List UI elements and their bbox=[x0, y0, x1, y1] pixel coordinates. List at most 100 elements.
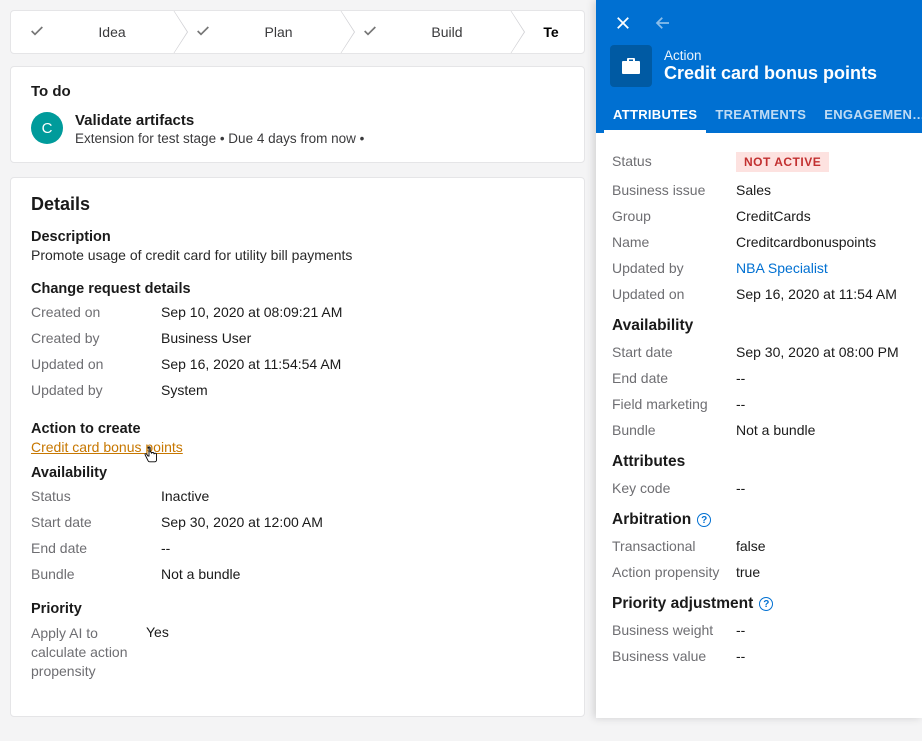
tab-engagement[interactable]: ENGAGEMEN… bbox=[815, 97, 922, 133]
priority-heading: Priority bbox=[31, 601, 564, 617]
pkey: Business value bbox=[612, 648, 736, 664]
pkey: Updated by bbox=[612, 260, 736, 276]
change-request-heading: Change request details bbox=[31, 281, 564, 297]
kv-val: Sep 10, 2020 at 08:09:21 AM bbox=[161, 304, 564, 320]
pkey: Status bbox=[612, 153, 736, 169]
panel-kind: Action bbox=[664, 48, 877, 63]
todo-subtitle: Extension for test stage • Due 4 days fr… bbox=[75, 131, 364, 146]
pval: Sep 16, 2020 at 11:54 AM bbox=[736, 286, 906, 302]
pkv-start-date: Start date Sep 30, 2020 at 08:00 PM bbox=[612, 339, 906, 365]
panel-attributes-heading: Attributes bbox=[612, 453, 906, 471]
stage-label: Build bbox=[398, 24, 496, 40]
panel-body[interactable]: Status NOT ACTIVE Business issue Sales G… bbox=[596, 133, 922, 718]
panel-header: Action Credit card bonus points bbox=[596, 0, 922, 97]
help-icon[interactable]: ? bbox=[697, 513, 711, 527]
kv-status: Status Inactive bbox=[31, 483, 564, 509]
pkv-updated-by: Updated by NBA Specialist bbox=[612, 255, 906, 281]
stage-build[interactable]: Build bbox=[344, 11, 514, 53]
pkv-name: Name Creditcardbonuspoints bbox=[612, 229, 906, 255]
avatar: C bbox=[31, 112, 63, 144]
pkv-business-weight: Business weight -- bbox=[612, 617, 906, 643]
pkey: Field marketing bbox=[612, 396, 736, 412]
back-button[interactable] bbox=[650, 10, 676, 39]
description-heading: Description bbox=[31, 229, 564, 245]
stage-bar: Idea Plan Build Te bbox=[10, 10, 585, 54]
kv-key: Created on bbox=[31, 304, 161, 320]
kv-key: Apply AI to calculate action propensity bbox=[31, 624, 146, 681]
kv-key: Start date bbox=[31, 514, 161, 530]
stage-idea[interactable]: Idea bbox=[11, 11, 177, 53]
action-link[interactable]: Credit card bonus points bbox=[31, 439, 183, 455]
kv-val: Inactive bbox=[161, 488, 564, 504]
pkey: Action propensity bbox=[612, 564, 736, 580]
pkv-field-marketing: Field marketing -- bbox=[612, 391, 906, 417]
check-icon bbox=[362, 23, 378, 42]
arrow-left-icon bbox=[654, 14, 672, 35]
pval: -- bbox=[736, 396, 906, 412]
pkey: Start date bbox=[612, 344, 736, 360]
stage-label: Idea bbox=[65, 24, 159, 40]
stage-label: Plan bbox=[231, 24, 326, 40]
pval: -- bbox=[736, 648, 906, 664]
kv-key: Updated on bbox=[31, 356, 161, 372]
kv-key: End date bbox=[31, 540, 161, 556]
tab-attributes[interactable]: ATTRIBUTES bbox=[604, 97, 706, 133]
pval: Sep 30, 2020 at 08:00 PM bbox=[736, 344, 906, 360]
pkv-status: Status NOT ACTIVE bbox=[612, 147, 906, 177]
pkv-business-value: Business value -- bbox=[612, 643, 906, 669]
updated-by-link[interactable]: NBA Specialist bbox=[736, 260, 906, 276]
side-panel: Action Credit card bonus points ATTRIBUT… bbox=[596, 0, 922, 718]
kv-key: Created by bbox=[31, 330, 161, 346]
todo-header: To do bbox=[31, 83, 564, 100]
check-icon bbox=[29, 23, 45, 42]
pval: CreditCards bbox=[736, 208, 906, 224]
pkv-key-code: Key code -- bbox=[612, 475, 906, 501]
kv-key: Bundle bbox=[31, 566, 161, 582]
tab-treatments[interactable]: TREATMENTS bbox=[706, 97, 815, 133]
stage-plan[interactable]: Plan bbox=[177, 11, 344, 53]
check-icon bbox=[195, 23, 211, 42]
kv-bundle: Bundle Not a bundle bbox=[31, 561, 564, 587]
pval: true bbox=[736, 564, 906, 580]
panel-tabs: ATTRIBUTES TREATMENTS ENGAGEMEN… bbox=[596, 97, 922, 133]
pkey: Key code bbox=[612, 480, 736, 496]
kv-val: Business User bbox=[161, 330, 564, 346]
kv-val: Not a bundle bbox=[161, 566, 564, 582]
close-icon bbox=[614, 14, 632, 35]
pval: -- bbox=[736, 622, 906, 638]
pkv-updated-on: Updated on Sep 16, 2020 at 11:54 AM bbox=[612, 281, 906, 307]
panel-title: Credit card bonus points bbox=[664, 63, 877, 84]
action-to-create-heading: Action to create bbox=[31, 421, 564, 437]
pkey: Business weight bbox=[612, 622, 736, 638]
todo-item[interactable]: C Validate artifacts Extension for test … bbox=[31, 112, 564, 146]
pkey: Business issue bbox=[612, 182, 736, 198]
kv-created-by: Created by Business User bbox=[31, 325, 564, 351]
close-button[interactable] bbox=[610, 10, 636, 39]
pkv-transactional: Transactional false bbox=[612, 533, 906, 559]
details-card: Details Description Promote usage of cre… bbox=[10, 177, 585, 717]
help-icon[interactable]: ? bbox=[759, 597, 773, 611]
kv-updated-on: Updated on Sep 16, 2020 at 11:54:54 AM bbox=[31, 351, 564, 377]
pval: Creditcardbonuspoints bbox=[736, 234, 906, 250]
panel-arbitration-heading: Arbitration ? bbox=[612, 511, 906, 529]
kv-val: Sep 30, 2020 at 12:00 AM bbox=[161, 514, 564, 530]
pval: -- bbox=[736, 370, 906, 386]
pval: Sales bbox=[736, 182, 906, 198]
pkey: Group bbox=[612, 208, 736, 224]
pkv-bundle: Bundle Not a bundle bbox=[612, 417, 906, 443]
kv-val: Sep 16, 2020 at 11:54:54 AM bbox=[161, 356, 564, 372]
kv-val: -- bbox=[161, 540, 564, 556]
status-badge: NOT ACTIVE bbox=[736, 152, 906, 172]
pkv-action-propensity: Action propensity true bbox=[612, 559, 906, 585]
kv-key: Updated by bbox=[31, 382, 161, 398]
pkv-end-date: End date -- bbox=[612, 365, 906, 391]
todo-title: Validate artifacts bbox=[75, 112, 364, 129]
panel-availability-heading: Availability bbox=[612, 317, 906, 335]
kv-created-on: Created on Sep 10, 2020 at 08:09:21 AM bbox=[31, 299, 564, 325]
pval: -- bbox=[736, 480, 906, 496]
pkv-business-issue: Business issue Sales bbox=[612, 177, 906, 203]
details-title: Details bbox=[31, 194, 564, 215]
pkey: End date bbox=[612, 370, 736, 386]
todo-card: To do C Validate artifacts Extension for… bbox=[10, 66, 585, 163]
pkey: Bundle bbox=[612, 422, 736, 438]
